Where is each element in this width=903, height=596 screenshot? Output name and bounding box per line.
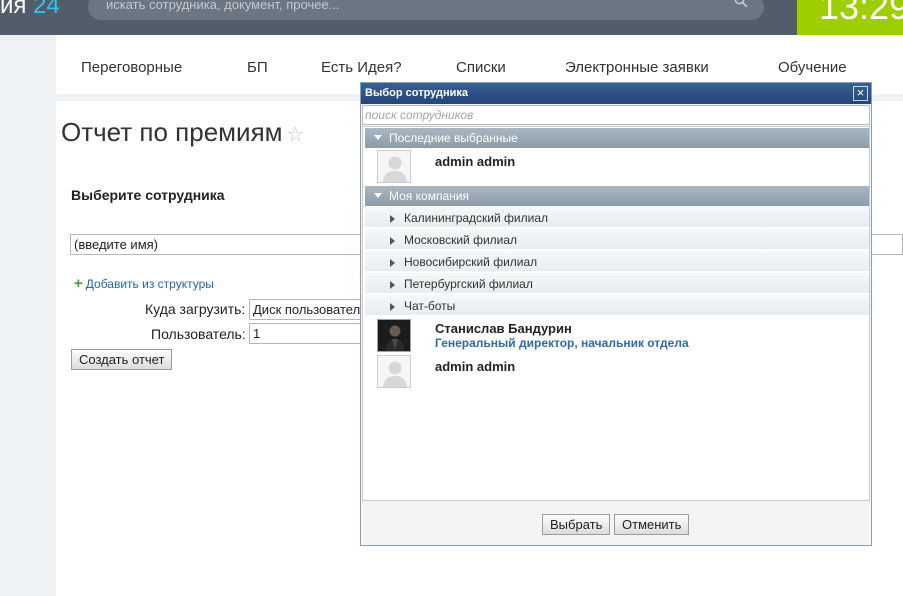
cancel-button[interactable]: Отменить [614,514,690,535]
person-name: admin admin [435,154,516,169]
upload-destination-label: Куда загрузить: [145,301,246,317]
triangle-right-icon [390,281,395,289]
nav-item-lists[interactable]: Списки [456,59,506,76]
logo-number: 24 [33,0,60,19]
triangle-right-icon [390,215,395,223]
nav-item-bp[interactable]: БП [247,59,268,76]
dialog-header[interactable]: Выбор сотрудника × [361,83,871,104]
dialog-title: Выбор сотрудника [365,87,469,99]
select-button[interactable]: Выбрать [542,514,611,535]
person-name: Станислав Бандурин [435,321,572,336]
avatar [377,319,411,352]
global-search-placeholder: искать сотрудника, документ, прочее... [106,0,340,12]
user-photo-icon [378,320,410,351]
section-company-label: Моя компания [389,189,469,203]
branch-label: Петербургский филиал [404,277,533,291]
branch-label: Московский филиал [404,233,518,247]
clock-widget[interactable]: 13:29 [797,0,903,35]
triangle-down-icon [374,193,382,198]
nav-item-meeting-rooms[interactable]: Переговорные [81,59,182,76]
person-name: admin admin [435,359,516,374]
avatar [377,355,411,388]
logo[interactable]: ия 24 [0,0,60,20]
upload-destination-select[interactable]: Диск пользовател [249,299,369,320]
branch-item[interactable]: Новосибирский филиал [365,251,869,272]
triangle-down-icon [374,135,382,140]
add-from-structure-link[interactable]: + Добавить из структуры [74,275,214,292]
triangle-right-icon [390,259,395,267]
page-title: Отчет по премиям ☆ [61,117,304,148]
logo-text: ия [0,0,27,19]
triangle-right-icon [390,237,395,245]
add-from-structure-label: Добавить из структуры [85,277,214,291]
choose-employee-label: Выберите сотрудника [71,187,225,203]
nav-item-training[interactable]: Обучение [778,59,847,76]
nav-item-requests[interactable]: Электронные заявки [565,59,709,76]
employee-search-input[interactable]: поиск сотрудников [362,105,870,125]
section-recent-label: Последние выбранные [389,131,518,145]
search-icon[interactable] [734,0,748,8]
top-bar: ия 24 искать сотрудника, документ, проче… [0,0,903,35]
triangle-right-icon [390,303,395,311]
branch-item[interactable]: Петербургский филиал [365,273,869,294]
branch-item[interactable]: Калининградский филиал [365,207,869,228]
user-silhouette-icon [383,361,407,387]
user-silhouette-icon [383,156,407,182]
global-search-input[interactable]: искать сотрудника, документ, прочее... [88,0,764,20]
dialog-list: Последние выбранные admin admin Моя комп… [362,126,870,501]
close-icon[interactable]: × [853,86,868,101]
branch-label: Чат-боты [404,299,456,313]
create-report-button[interactable]: Создать отчет [71,349,173,370]
page-title-text: Отчет по премиям [61,117,283,147]
branch-label: Калининградский филиал [404,211,548,225]
section-company[interactable]: Моя компания [365,186,869,206]
branch-label: Новосибирский филиал [404,255,538,269]
avatar [377,150,411,183]
employee-select-dialog: Выбор сотрудника × поиск сотрудников Пос… [360,82,872,546]
branch-item[interactable]: Чат-боты [365,295,869,316]
section-recent[interactable]: Последние выбранные [365,128,869,148]
favorite-star-icon[interactable]: ☆ [287,124,305,146]
branch-item[interactable]: Московский филиал [365,229,869,250]
nav-item-ideas[interactable]: Есть Идея? [321,59,402,76]
person-position: Генеральный директор, начальник отдела [435,336,689,350]
plus-icon: + [74,275,83,292]
user-label: Пользователь: [151,326,246,342]
clock-time: 13:29 [819,0,903,27]
user-field[interactable]: 1 [249,323,369,344]
